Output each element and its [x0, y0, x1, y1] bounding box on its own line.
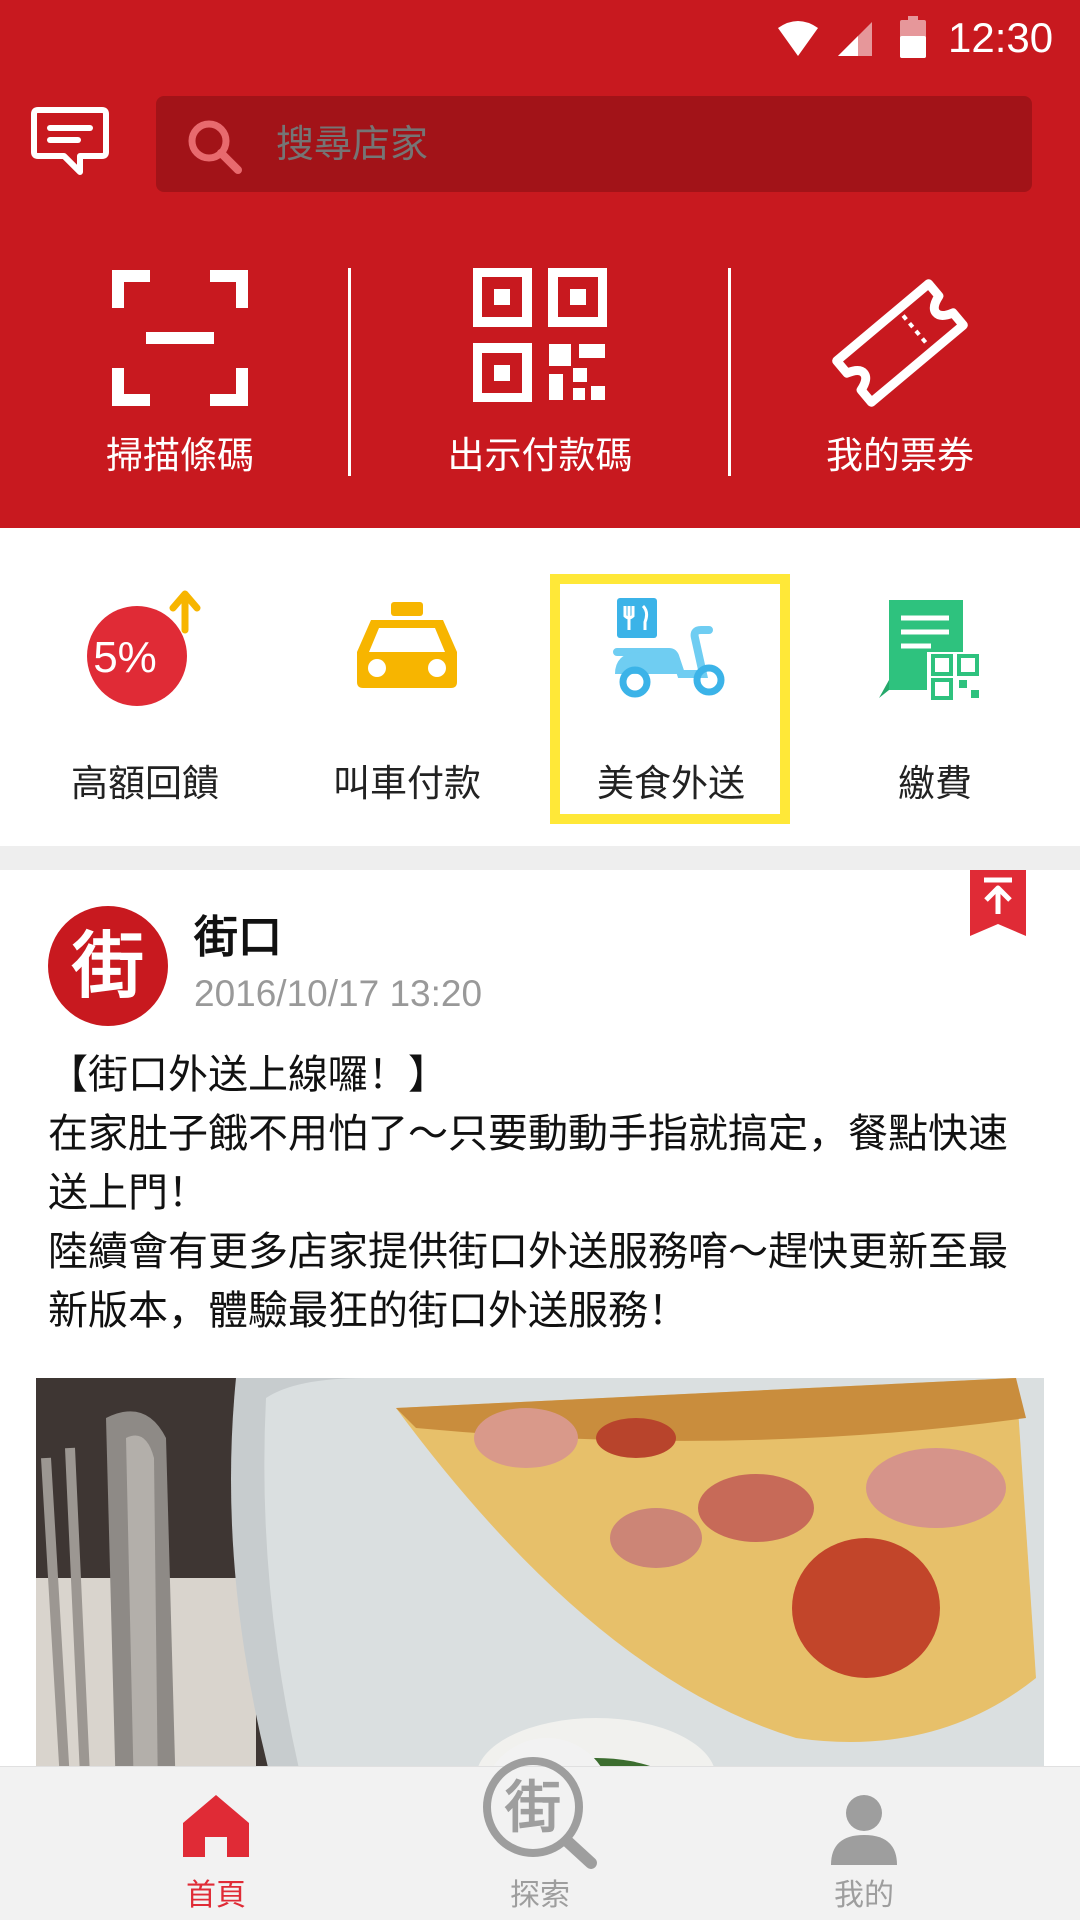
nav-label: 首頁: [186, 1878, 246, 1913]
home-icon: [183, 1795, 249, 1857]
nav-home[interactable]: 首頁: [36, 1767, 396, 1920]
signal-icon: [838, 22, 872, 56]
nav-label: 探索: [510, 1878, 570, 1913]
search-icon: [188, 120, 242, 174]
nav-label: 我的: [834, 1878, 894, 1913]
scan-barcode-button[interactable]: 掃描條碼: [0, 258, 360, 486]
cashback-badge-text: 5%: [93, 633, 157, 682]
ticket-icon: [832, 279, 968, 407]
avatar[interactable]: 街: [48, 906, 168, 1026]
qr-code-icon: [473, 268, 607, 402]
header: 12:30 掃描條碼: [0, 0, 1080, 528]
post-paragraph: 陸續會有更多店家提供街口外送服務唷～趕快更新至最新版本，體驗最狂的街口外送服務！: [48, 1229, 1008, 1334]
scan-icon: [112, 270, 248, 406]
services-row: 5% 高額回饋 叫車付款 美食外送 繳費: [0, 528, 1080, 846]
explore-search-icon: 街: [483, 1757, 597, 1869]
service-high-cashback[interactable]: 5% 高額回饋: [14, 528, 276, 846]
nav-explore[interactable]: 街 探索: [360, 1757, 720, 1920]
service-food-delivery[interactable]: 美食外送: [540, 528, 802, 846]
bottom-nav: 首頁 街 探索 我的: [0, 1757, 1080, 1920]
service-bill-payment[interactable]: 繳費: [804, 528, 1066, 846]
post-paragraph: 在家肚子餓不用怕了～只要動動手指就搞定，餐點快速送上門！: [48, 1111, 1008, 1216]
scroll-to-top-icon[interactable]: [970, 870, 1026, 936]
post-timestamp: 2016/10/17 13:20: [194, 973, 483, 1014]
my-tickets-button[interactable]: 我的票券: [720, 258, 1080, 486]
divider: [348, 268, 351, 476]
search-input[interactable]: [276, 96, 996, 192]
post-headline: 【街口外送上線囉！】: [48, 1052, 448, 1098]
service-taxi-payment[interactable]: 叫車付款: [276, 528, 538, 846]
battery-icon: [900, 16, 926, 58]
post-body: 【街口外送上線囉！】 在家肚子餓不用怕了～只要動動手指就搞定，餐點快速送上門！ …: [48, 1046, 1028, 1341]
food-delivery-scooter-icon: [613, 598, 725, 698]
bill-qr-icon: [879, 600, 983, 702]
my-tickets-label: 我的票券: [826, 434, 974, 477]
section-divider: [0, 846, 1080, 870]
profile-icon: [831, 1795, 897, 1865]
service-label: 高額回饋: [71, 762, 219, 805]
wifi-icon: [778, 21, 818, 56]
taxi-icon: [357, 602, 457, 688]
search-bar[interactable]: [156, 96, 1032, 192]
nav-profile[interactable]: 我的: [684, 1767, 1044, 1920]
show-payment-code-button[interactable]: 出示付款碼: [360, 258, 720, 486]
explore-icon-char: 街: [504, 1776, 561, 1841]
service-label: 叫車付款: [333, 762, 481, 805]
scan-barcode-label: 掃描條碼: [106, 434, 254, 477]
show-payment-code-label: 出示付款碼: [447, 434, 633, 477]
service-label: 美食外送: [597, 762, 745, 805]
quick-actions: 掃描條碼 出示付款碼 我的票券: [0, 258, 1080, 486]
cashback-5-percent-icon: 5%: [87, 590, 201, 706]
service-label: 繳費: [898, 762, 972, 805]
status-time: 12:30: [948, 14, 1054, 61]
post-author: 街口: [194, 912, 282, 963]
news-post: 街 街口 2016/10/17 13:20 【街口外送上線囉！】 在家肚子餓不用…: [0, 870, 1080, 1766]
status-bar: 12:30: [0, 0, 1080, 76]
post-image-pizza[interactable]: [36, 1378, 1044, 1766]
message-icon[interactable]: [30, 106, 110, 180]
